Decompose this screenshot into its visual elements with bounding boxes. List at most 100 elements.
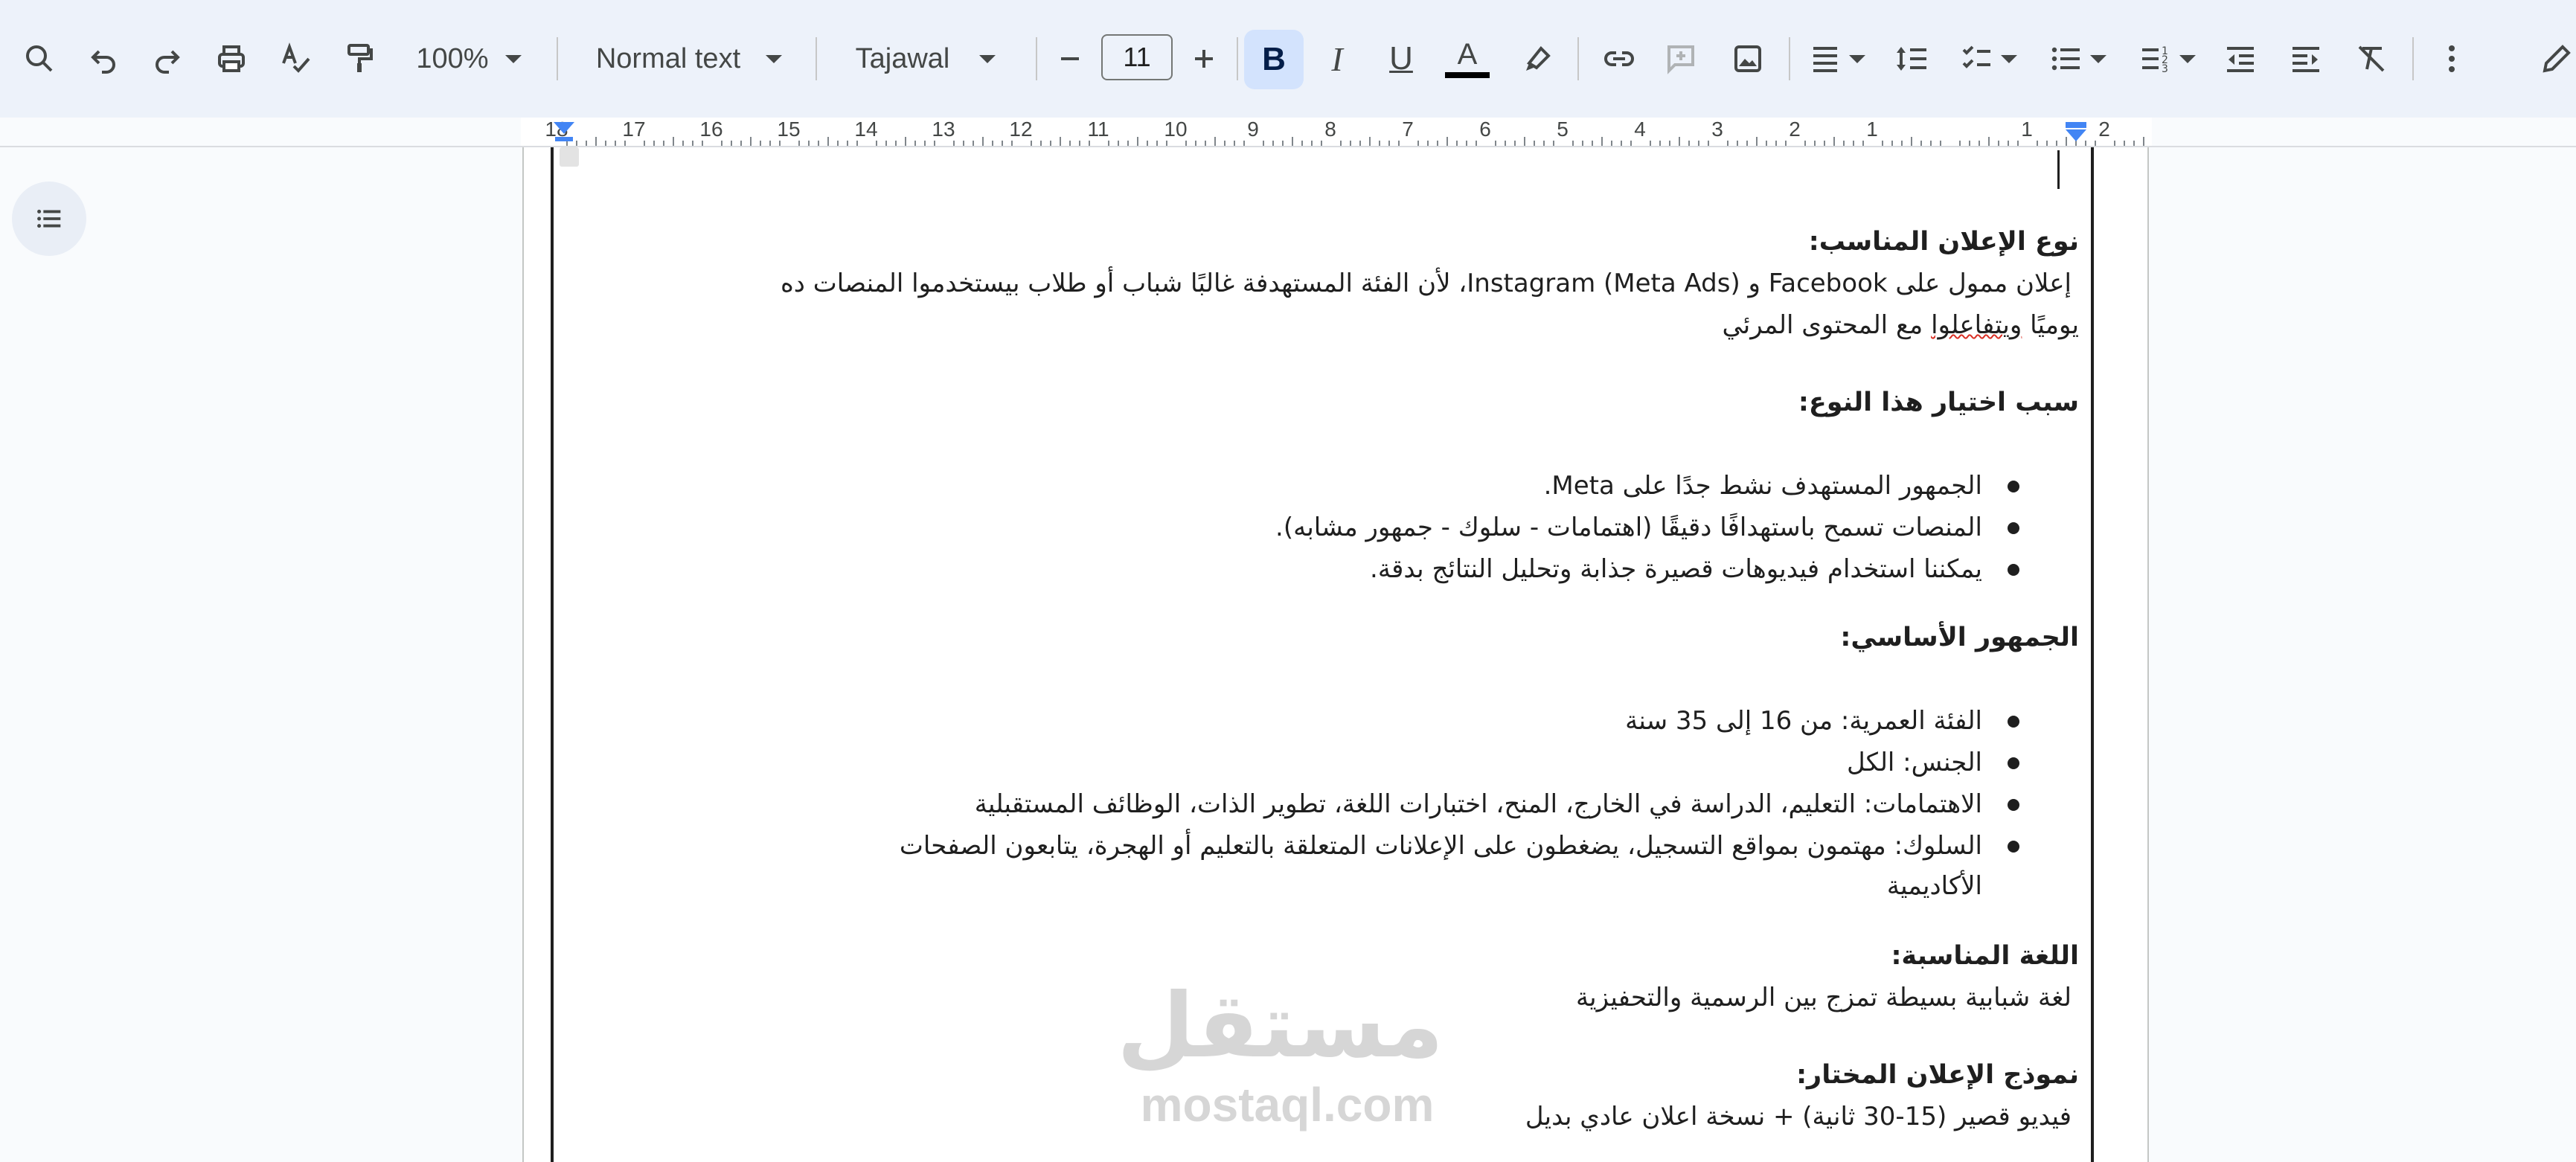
clear-formatting-button[interactable] xyxy=(2347,34,2396,83)
checklist-button[interactable] xyxy=(1952,34,2024,83)
ruler-tick xyxy=(2124,141,2125,146)
ruler-tick xyxy=(905,137,906,146)
ruler-tick xyxy=(808,141,810,146)
ruler-tick xyxy=(1514,141,1516,146)
bold-button[interactable]: B xyxy=(1244,30,1304,89)
more-options-button[interactable] xyxy=(2427,34,2476,83)
misspelled-word[interactable]: ويتفاعلوا xyxy=(1931,310,2022,340)
increase-size-icon xyxy=(1195,50,1213,68)
underline-button[interactable]: U xyxy=(1377,34,1426,83)
align-button[interactable] xyxy=(1801,34,1872,83)
indent-increase-icon xyxy=(2293,47,2319,72)
ruler-tick xyxy=(1002,141,1003,146)
ruler-tick xyxy=(2133,141,2135,146)
ruler-tick xyxy=(760,141,761,146)
redo-icon xyxy=(156,50,180,74)
italic-button[interactable]: I xyxy=(1313,34,1362,83)
ruler-tick xyxy=(1195,141,1196,146)
ruler-tick xyxy=(2046,141,2048,146)
ruler-tick xyxy=(1118,141,1119,146)
paint-format-button[interactable] xyxy=(335,34,384,83)
insert-link-button[interactable] xyxy=(1592,34,1646,83)
print-button[interactable] xyxy=(207,34,256,83)
highlight-icon xyxy=(1526,46,1551,71)
style-select[interactable]: Normal text xyxy=(577,34,801,83)
list-item: يمكننا استخدام فيديوهات قصيرة جذابة وتحل… xyxy=(1370,554,1982,584)
zoom-select[interactable]: 100% xyxy=(402,34,536,83)
bullet-icon xyxy=(2008,716,2019,728)
ruler-tick xyxy=(895,141,897,146)
ruler-tick xyxy=(953,141,955,146)
ruler-tick xyxy=(1040,141,1042,146)
highlight-button[interactable] xyxy=(1513,34,1563,83)
ruler-tick xyxy=(1417,141,1419,146)
divider xyxy=(1577,37,1579,80)
ruler-tick xyxy=(1089,141,1090,146)
ruler-tick xyxy=(818,141,819,146)
list-item: الجمهور المستهدف نشط جدًا على Meta. xyxy=(1543,471,1982,501)
increase-font-size-button[interactable] xyxy=(1182,34,1226,83)
ruler-strip xyxy=(521,118,2152,147)
decrease-indent-button[interactable] xyxy=(2216,34,2265,83)
insert-image-button[interactable] xyxy=(1723,34,1772,83)
ruler-number: 12 xyxy=(1009,118,1033,141)
line-spacing-button[interactable] xyxy=(1887,34,1936,83)
font-size-input[interactable]: 11 xyxy=(1101,34,1173,80)
ruler-tick xyxy=(1127,141,1129,146)
ruler-number: 2 xyxy=(2098,118,2110,141)
text-color-swatch xyxy=(1445,72,1490,78)
undo-icon xyxy=(91,50,115,74)
font-value: Tajawal xyxy=(855,42,950,74)
chevron-down-icon xyxy=(1849,54,1865,63)
ruler-tick xyxy=(1727,141,1728,146)
underline-icon: U xyxy=(1389,40,1413,77)
ruler-tick xyxy=(1756,137,1758,146)
more-icon xyxy=(2449,45,2455,72)
ruler-tick xyxy=(1214,137,1216,146)
ruler-tick xyxy=(1824,141,1825,146)
redo-button[interactable] xyxy=(143,34,192,83)
ruler-tick xyxy=(876,141,877,146)
ruler-tick xyxy=(1669,141,1670,146)
ruler-tick xyxy=(1940,141,1941,146)
ruler-tick xyxy=(1446,137,1448,146)
ruler-tick xyxy=(1205,141,1206,146)
decrease-font-size-button[interactable] xyxy=(1048,34,1092,83)
ruler-tick xyxy=(740,141,742,146)
chevron-down-icon xyxy=(979,54,996,63)
ruler-tick xyxy=(924,141,926,146)
line-spacing-icon xyxy=(1897,47,1926,71)
left-indent-marker-icon[interactable] xyxy=(551,121,577,146)
ruler-tick xyxy=(673,137,674,146)
paragraph-ad-type-line-1: إعلان ممول على Facebook و Instagram (Met… xyxy=(780,269,2072,298)
bullet-icon xyxy=(2008,841,2019,853)
ruler-tick xyxy=(1998,141,1999,146)
font-select[interactable]: Tajawal xyxy=(836,34,1015,83)
ruler-tick xyxy=(1031,141,1032,146)
paragraph-language: لغة شبابية بسيطة تمزج بين الرسمية والتحف… xyxy=(1575,983,2072,1012)
search-icon xyxy=(26,45,53,72)
ruler-tick xyxy=(1601,137,1603,146)
search-menus-button[interactable] xyxy=(15,34,64,83)
bulleted-list-button[interactable] xyxy=(2042,34,2113,83)
ruler-tick xyxy=(973,141,974,146)
ruler-tick xyxy=(1882,141,1883,146)
ruler-number: 14 xyxy=(854,118,878,141)
ruler-tick xyxy=(934,141,935,146)
ruler-tick xyxy=(1833,137,1835,146)
list-item: المنصات تسمح باستهدافًا دقيقًا (اهتمامات… xyxy=(1275,513,1982,542)
ruler-tick xyxy=(1156,141,1158,146)
ruler-number: 8 xyxy=(1324,118,1336,141)
spellcheck-button[interactable] xyxy=(271,34,320,83)
ruler-tick xyxy=(1920,141,1922,146)
chevron-down-icon xyxy=(2001,54,2017,63)
undo-button[interactable] xyxy=(79,34,128,83)
numbered-list-button[interactable]: 123 xyxy=(2131,34,2202,83)
increase-indent-button[interactable] xyxy=(2281,34,2330,83)
ruler-tick xyxy=(1505,141,1506,146)
text-color-button[interactable]: A xyxy=(1441,34,1494,83)
ruler-tick xyxy=(1853,141,1854,146)
right-indent-marker-icon[interactable] xyxy=(2063,121,2089,146)
add-comment-button[interactable] xyxy=(1656,34,1705,83)
editing-mode-button[interactable] xyxy=(2539,34,2575,83)
